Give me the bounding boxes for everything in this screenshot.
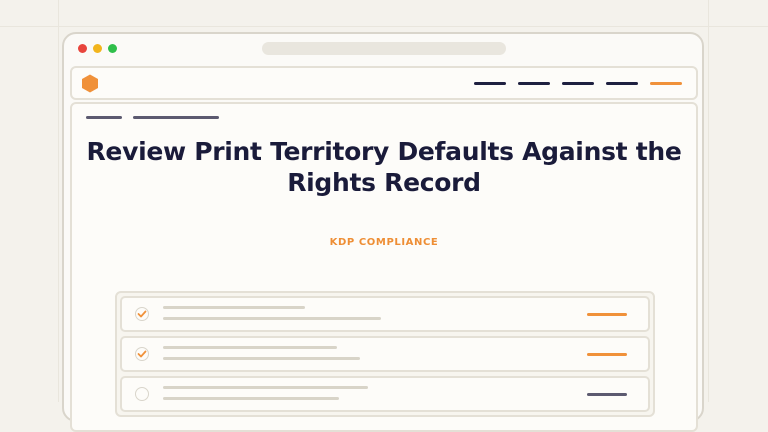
- breadcrumb-item-2[interactable]: [133, 116, 219, 119]
- item-detail-placeholder: [163, 397, 339, 400]
- item-title-placeholder: [163, 386, 368, 389]
- nav-link-3[interactable]: [562, 82, 594, 85]
- window-minimize-dot[interactable]: [93, 44, 102, 53]
- status-indicator: [587, 353, 627, 356]
- category-label: KDP COMPLIANCE: [329, 237, 439, 248]
- checklist-item[interactable]: [120, 296, 650, 332]
- item-title-placeholder: [163, 306, 305, 309]
- item-detail-placeholder: [163, 317, 381, 320]
- top-navigation: [70, 66, 698, 100]
- breadcrumb-item-1[interactable]: [86, 116, 122, 119]
- checkbox[interactable]: [135, 347, 149, 361]
- background-grid-line: [0, 26, 768, 27]
- window-maximize-dot[interactable]: [108, 44, 117, 53]
- checkbox[interactable]: [135, 387, 149, 401]
- checkmark-icon: [137, 350, 147, 358]
- nav-link-4[interactable]: [606, 82, 638, 85]
- hexagon-logo-icon[interactable]: [81, 74, 99, 93]
- checklist: [115, 291, 655, 417]
- status-indicator: [587, 313, 627, 316]
- main-content: Review Print Territory Defaults Against …: [70, 102, 698, 432]
- nav-link-active[interactable]: [650, 82, 682, 85]
- item-title-placeholder: [163, 346, 337, 349]
- background-grid-line: [708, 0, 709, 402]
- status-indicator: [587, 393, 627, 396]
- window-close-dot[interactable]: [78, 44, 87, 53]
- address-bar[interactable]: [262, 42, 506, 55]
- checklist-item[interactable]: [120, 376, 650, 412]
- nav-link-2[interactable]: [518, 82, 550, 85]
- page-title: Review Print Territory Defaults Against …: [86, 137, 682, 197]
- browser-window: Review Print Territory Defaults Against …: [62, 32, 704, 432]
- checkbox[interactable]: [135, 307, 149, 321]
- checklist-item[interactable]: [120, 336, 650, 372]
- background-grid-line: [58, 0, 59, 402]
- nav-links: [474, 82, 682, 85]
- item-detail-placeholder: [163, 357, 360, 360]
- checkmark-icon: [137, 310, 147, 318]
- nav-link-1[interactable]: [474, 82, 506, 85]
